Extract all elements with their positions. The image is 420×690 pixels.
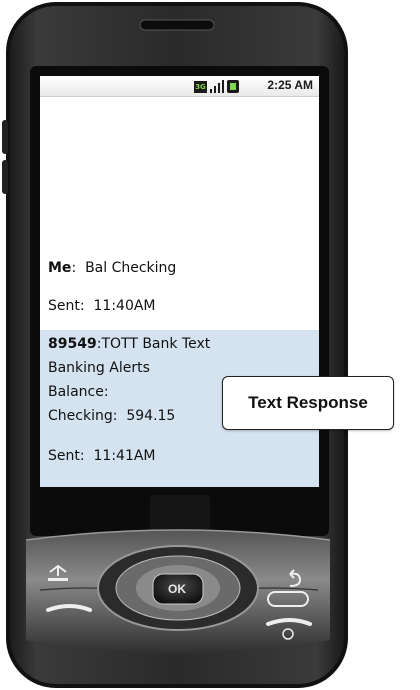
incoming-header: 89549:TOTT Bank Text <box>48 336 211 352</box>
signal-bars-icon <box>210 80 224 93</box>
outgoing-message[interactable]: Me: Bal Checking <box>48 260 176 276</box>
incoming-line-3: Balance: <box>48 384 109 400</box>
battery-icon <box>227 80 239 93</box>
sent-label: Sent: <box>48 448 85 464</box>
balance-value: 594.15 <box>126 408 176 424</box>
network-3g-icon: 3G <box>194 81 207 93</box>
balance-label: Checking: <box>48 408 118 424</box>
status-time: 2:25 AM <box>267 78 313 92</box>
sent-time: 11:40AM <box>93 298 156 314</box>
android-phone: OK 3G 2:25 AM Me: Bal Checking Sent: 11:… <box>0 0 420 690</box>
outgoing-sent-time: Sent: 11:40AM <box>48 298 156 314</box>
sent-time: 11:41AM <box>93 448 156 464</box>
outgoing-message-text: Bal Checking <box>85 260 177 276</box>
text-response-callout: Text Response <box>222 376 394 430</box>
outgoing-sender: Me <box>48 260 72 276</box>
incoming-sent-time: Sent: 11:41AM <box>48 448 156 464</box>
callout-label: Text Response <box>248 393 368 412</box>
incoming-line-2: Banking Alerts <box>48 360 150 376</box>
incoming-sender: 89549 <box>48 336 97 352</box>
incoming-line-1: TOTT Bank Text <box>101 336 211 352</box>
incoming-balance: Checking: 594.15 <box>48 408 175 424</box>
ok-button[interactable]: OK <box>166 582 188 596</box>
status-bar: 3G 2:25 AM <box>40 76 319 97</box>
sent-label: Sent: <box>48 298 85 314</box>
